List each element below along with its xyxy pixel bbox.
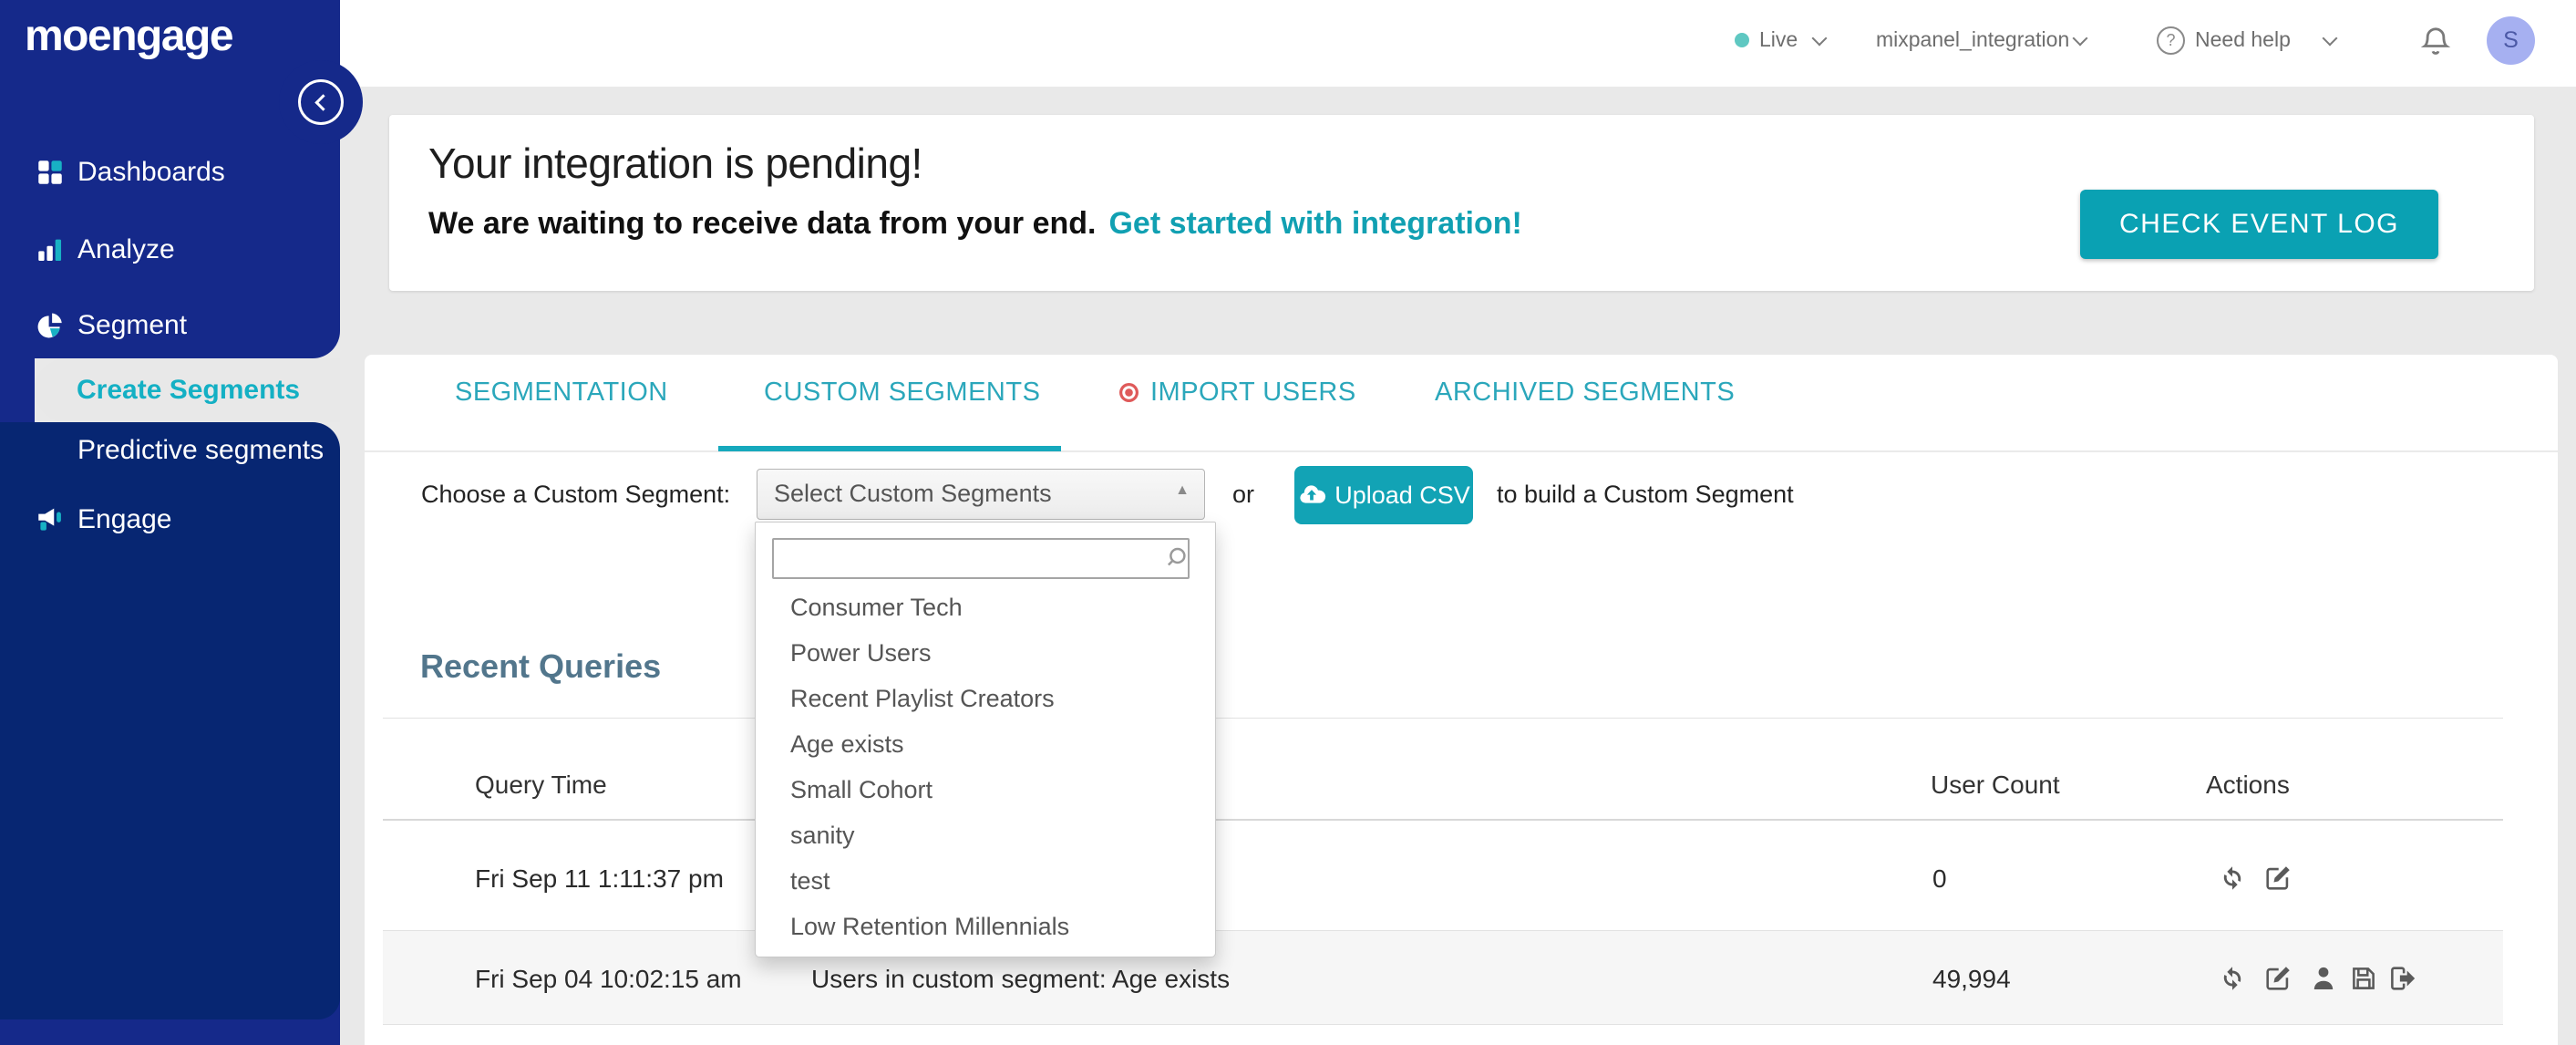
grid-icon: [38, 160, 62, 184]
moengage-app: Live mixpanel_integration ? Need help S …: [0, 0, 2576, 1045]
notification-bell-icon[interactable]: [2417, 24, 2454, 60]
save-icon[interactable]: [2348, 963, 2379, 994]
integration-pending-banner: Your integration is pending! We are wait…: [389, 115, 2534, 291]
tab-archived-segments[interactable]: ARCHIVED SEGMENTS: [1435, 378, 1735, 408]
environment-dropdown[interactable]: Live: [1759, 27, 1798, 52]
sidebar-strip: [0, 358, 35, 422]
chevron-left-icon: [314, 93, 332, 111]
banner-title: Your integration is pending!: [428, 140, 922, 187]
tab-custom-segments[interactable]: CUSTOM SEGMENTS: [764, 378, 1040, 408]
pie-chart-icon: [37, 313, 62, 338]
table-row-query-time: Fri Sep 11 1:11:37 pm: [475, 864, 724, 893]
dropdown-option[interactable]: sanity: [790, 812, 855, 858]
bar-chart-icon: [38, 239, 62, 262]
export-icon[interactable]: [2386, 963, 2417, 994]
sidebar-item-predictive-segments[interactable]: Predictive segments: [77, 435, 324, 466]
table-header-divider: [383, 819, 2503, 821]
user-icon[interactable]: [2308, 963, 2339, 994]
cloud-upload-icon: [1300, 485, 1326, 503]
dropdown-option[interactable]: Low Retention Millennials: [790, 904, 1069, 949]
get-started-link[interactable]: Get started with integration!: [1108, 206, 1521, 241]
banner-subtitle-row: We are waiting to receive data from your…: [428, 206, 1522, 242]
recent-queries-title: Recent Queries: [420, 647, 662, 685]
custom-segment-select[interactable]: Select Custom Segments ▲: [757, 469, 1205, 520]
edit-icon[interactable]: [2262, 963, 2293, 994]
tab-segmentation[interactable]: SEGMENTATION: [455, 378, 668, 408]
banner-subtitle: We are waiting to receive data from your…: [428, 206, 1097, 241]
avatar[interactable]: S: [2487, 16, 2535, 65]
dropdown-option[interactable]: Power Users: [790, 630, 932, 676]
sidebar-item-dashboards[interactable]: Dashboards: [77, 157, 225, 188]
column-header-actions: Actions: [2206, 771, 2290, 799]
help-icon[interactable]: ?: [2157, 26, 2185, 55]
sidebar-item-label: Create Segments: [77, 375, 301, 405]
dropdown-option[interactable]: Recent Playlist Creators: [790, 676, 1055, 721]
search-icon: [1167, 547, 1186, 566]
sidebar-item-segment[interactable]: Segment: [77, 310, 187, 341]
dropdown-option[interactable]: Age exists: [790, 721, 904, 767]
workspace-dropdown[interactable]: mixpanel_integration: [1876, 27, 2069, 52]
choose-segment-label: Choose a Custom Segment:: [421, 481, 731, 508]
column-header-query-time: Query Time: [475, 771, 607, 799]
custom-segment-dropdown: Consumer Tech Power Users Recent Playlis…: [755, 522, 1216, 957]
import-users-dot-icon: [1119, 383, 1139, 402]
tab-import-users[interactable]: IMPORT USERS: [1150, 378, 1356, 408]
sidebar-item-create-segments[interactable]: Create Segments: [35, 358, 340, 422]
caret-up-icon: ▲: [1175, 482, 1190, 498]
edit-icon[interactable]: [2262, 863, 2293, 894]
row-divider: [383, 1024, 2503, 1025]
tabs-divider: [365, 450, 2558, 452]
megaphone-icon: [38, 508, 61, 531]
refresh-icon[interactable]: [2217, 963, 2248, 994]
upload-csv-button[interactable]: Upload CSV: [1294, 466, 1473, 524]
section-divider: [383, 718, 2503, 719]
build-segment-label: to build a Custom Segment: [1497, 481, 1794, 508]
refresh-icon[interactable]: [2217, 863, 2248, 894]
active-tab-underline: [718, 446, 1061, 451]
row-divider: [383, 930, 2503, 931]
live-status-dot-icon: [1735, 33, 1749, 47]
sidebar-collapse-button[interactable]: [298, 79, 344, 125]
table-row-user-count: 49,994: [1932, 965, 2011, 993]
sidebar-item-analyze[interactable]: Analyze: [77, 234, 175, 265]
table-row-query-time: Fri Sep 04 10:02:15 am: [475, 965, 742, 993]
search-input[interactable]: [772, 538, 1190, 579]
dropdown-option[interactable]: test: [790, 858, 830, 904]
dropdown-option[interactable]: Consumer Tech: [790, 585, 963, 630]
check-event-log-button[interactable]: CHECK EVENT LOG: [2080, 190, 2438, 259]
sidebar-item-engage[interactable]: Engage: [77, 504, 171, 535]
table-row-user-count: 0: [1932, 864, 1947, 893]
need-help-dropdown[interactable]: Need help: [2195, 27, 2291, 52]
select-value: Select Custom Segments: [774, 480, 1052, 507]
moengage-logo[interactable]: moengage: [25, 11, 234, 61]
column-header-user-count: User Count: [1931, 771, 2060, 799]
dropdown-option[interactable]: Small Cohort: [790, 767, 933, 812]
or-label: or: [1232, 481, 1255, 508]
upload-csv-label: Upload CSV: [1334, 481, 1470, 509]
table-row-query: Users in custom segment: Age exists: [811, 965, 1231, 993]
